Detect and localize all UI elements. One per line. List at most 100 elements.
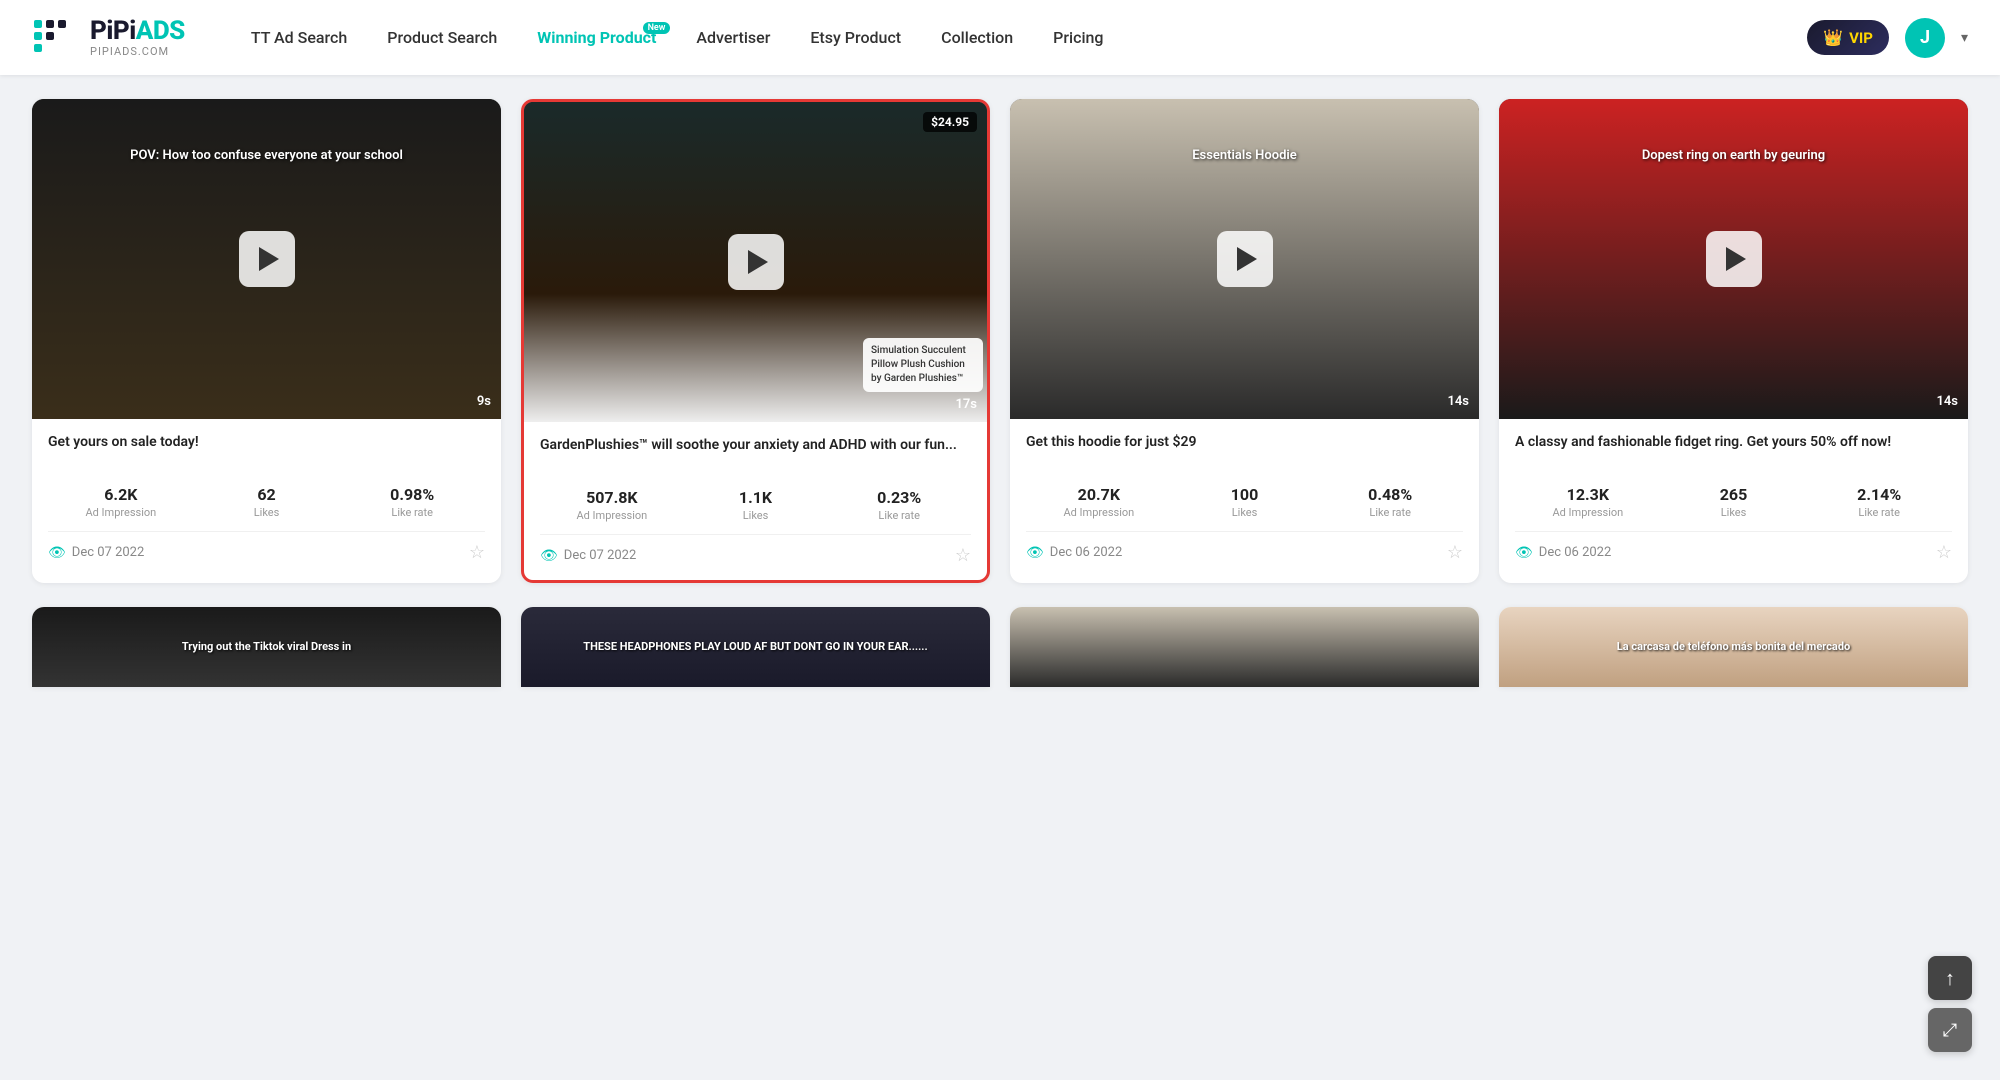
play-button[interactable] [728,234,784,290]
stat-like-rate: 0.98% Like rate [339,485,485,519]
card-thumb[interactable]: Essentials Hoodie 14s [1010,99,1479,419]
stat-likes: 62 Likes [194,485,340,519]
avatar[interactable]: J [1905,18,1945,58]
thumb-bg: POV: How too confuse everyone at your sc… [32,99,501,419]
nav-item-etsy-product[interactable]: Etsy Product [792,20,919,55]
stats-row: 6.2K Ad Impression 62 Likes 0.98% Like r… [48,485,485,519]
nav-item-tt-ad-search[interactable]: TT Ad Search [233,20,365,55]
date-area: 👁 Dec 07 2022 [48,545,144,561]
stat-impression: 6.2K Ad Impression [48,485,194,519]
partial-card-p3[interactable] [1010,607,1479,687]
product-overlay: Simulation Succulent Pillow Plush Cushio… [863,338,983,392]
logo-text: PiPiADS PIPIADS.COM [90,18,185,57]
thumb-bg: $24.95Simulation Succulent Pillow Plush … [524,102,987,422]
logo[interactable]: PiPiADS PIPIADS.COM [32,14,185,62]
stats-row: 507.8K Ad Impression 1.1K Likes 0.23% Li… [540,488,971,522]
stats-row: 20.7K Ad Impression 100 Likes 0.48% Like… [1026,485,1463,519]
card-date: Dec 06 2022 [1539,545,1612,560]
nav-item-advertiser[interactable]: Advertiser [678,20,788,55]
nav-badge-winning-product: New [643,22,671,34]
favorite-star-icon[interactable]: ☆ [955,545,971,566]
partial-card-p2[interactable]: THESE HEADPHONES PLAY LOUD AF BUT DONT G… [521,607,990,687]
ad-card-card-2: $24.95Simulation Succulent Pillow Plush … [521,99,990,583]
ad-card-card-3: Essentials Hoodie 14s Get this hoodie for… [1010,99,1479,583]
card-date: Dec 06 2022 [1050,545,1123,560]
header-right: 👑 VIP J ▾ [1807,18,1968,58]
date-area: 👁 Dec 06 2022 [1515,545,1611,561]
stat-like-rate: 0.23% Like rate [827,488,971,522]
vip-label: VIP [1849,29,1873,47]
scroll-top-button[interactable]: ↑ [1928,956,1972,1000]
logo-domain: PIPIADS.COM [90,46,185,57]
stat-likes: 1.1K Likes [684,488,828,522]
play-button[interactable] [1217,231,1273,287]
stat-likes: 100 Likes [1172,485,1318,519]
stat-impression: 507.8K Ad Impression [540,488,684,522]
eye-icon: 👁 [540,548,558,564]
thumb-bg: Dopest ring on earth by geuring 14s [1499,99,1968,419]
nav-item-collection[interactable]: Collection [923,20,1031,55]
partial-thumb-text [1241,643,1249,651]
partial-thumb-text: La carcasa de teléfono más bonita del me… [1613,636,1854,658]
play-button[interactable] [1706,231,1762,287]
stat-like-rate: 0.48% Like rate [1317,485,1463,519]
stat-impression: 12.3K Ad Impression [1515,485,1661,519]
partial-card-p4[interactable]: La carcasa de teléfono más bonita del me… [1499,607,1968,687]
card-title: Get yours on sale today! [48,433,485,473]
card-thumb[interactable]: $24.95Simulation Succulent Pillow Plush … [524,102,987,422]
eye-icon: 👁 [1515,545,1533,561]
card-footer: 👁 Dec 06 2022 ☆ [1026,531,1463,563]
favorite-star-icon[interactable]: ☆ [1936,542,1952,563]
partial-thumb: Trying out the Tiktok viral Dress in [32,607,501,687]
nav-item-product-search[interactable]: Product Search [369,20,515,55]
logo-main: PiPiADS [90,18,185,44]
partial-thumb-text: THESE HEADPHONES PLAY LOUD AF BUT DONT G… [579,636,931,658]
date-area: 👁 Dec 06 2022 [1026,545,1122,561]
card-date: Dec 07 2022 [564,548,637,563]
thumb-visual: Dopest ring on earth by geuring 14s [1499,99,1968,419]
card-date: Dec 07 2022 [72,545,145,560]
thumb-overlay-text: Dopest ring on earth by geuring [1522,147,1944,165]
partial-thumb-text: Trying out the Tiktok viral Dress in [178,636,355,658]
stat-likes: 265 Likes [1661,485,1807,519]
date-area: 👁 Dec 07 2022 [540,548,636,564]
eye-icon: 👁 [1026,545,1044,561]
ad-card-card-1: POV: How too confuse everyone at your sc… [32,99,501,583]
card-body: GardenPlushies™ will soothe your anxiety… [524,422,987,580]
partial-card-row: Trying out the Tiktok viral Dress in THE… [0,607,2000,711]
partial-card-p1[interactable]: Trying out the Tiktok viral Dress in [32,607,501,687]
card-body: Get this hoodie for just $29 20.7K Ad Im… [1010,419,1479,577]
thumb-visual: Essentials Hoodie 14s [1010,99,1479,419]
nav-item-winning-product[interactable]: Winning ProductNew [519,20,674,55]
card-footer: 👁 Dec 07 2022 ☆ [540,534,971,566]
duration-badge: 14s [1447,394,1469,409]
stats-row: 12.3K Ad Impression 265 Likes 2.14% Like… [1515,485,1952,519]
card-body: Get yours on sale today! 6.2K Ad Impress… [32,419,501,577]
play-button[interactable] [239,231,295,287]
partial-thumb: La carcasa de teléfono más bonita del me… [1499,607,1968,687]
vip-button[interactable]: 👑 VIP [1807,20,1889,55]
card-thumb[interactable]: POV: How too confuse everyone at your sc… [32,99,501,419]
favorite-star-icon[interactable]: ☆ [469,542,485,563]
duration-badge: 14s [1936,394,1958,409]
avatar-dropdown-icon[interactable]: ▾ [1961,30,1968,46]
card-grid: POV: How too confuse everyone at your sc… [0,75,2000,607]
card-title: Get this hoodie for just $29 [1026,433,1463,473]
card-footer: 👁 Dec 07 2022 ☆ [48,531,485,563]
card-title: GardenPlushies™ will soothe your anxiety… [540,436,971,476]
nav-item-pricing[interactable]: Pricing [1035,20,1121,55]
ad-card-card-4: Dopest ring on earth by geuring14s A cla… [1499,99,1968,583]
eye-icon: 👁 [48,545,66,561]
logo-icon [32,14,80,62]
thumb-overlay-text: Essentials Hoodie [1033,147,1455,165]
duration-badge: 17s [955,397,977,412]
favorite-star-icon[interactable]: ☆ [1447,542,1463,563]
header: PiPiADS PIPIADS.COM TT Ad SearchProduct … [0,0,2000,75]
partial-thumb [1010,607,1479,687]
expand-button[interactable]: ⤢ [1928,1008,1972,1052]
partial-thumb: THESE HEADPHONES PLAY LOUD AF BUT DONT G… [521,607,990,687]
thumb-visual: POV: How too confuse everyone at your sc… [32,99,501,419]
thumb-overlay-text: POV: How too confuse everyone at your sc… [55,147,477,165]
card-footer: 👁 Dec 06 2022 ☆ [1515,531,1952,563]
card-thumb[interactable]: Dopest ring on earth by geuring 14s [1499,99,1968,419]
